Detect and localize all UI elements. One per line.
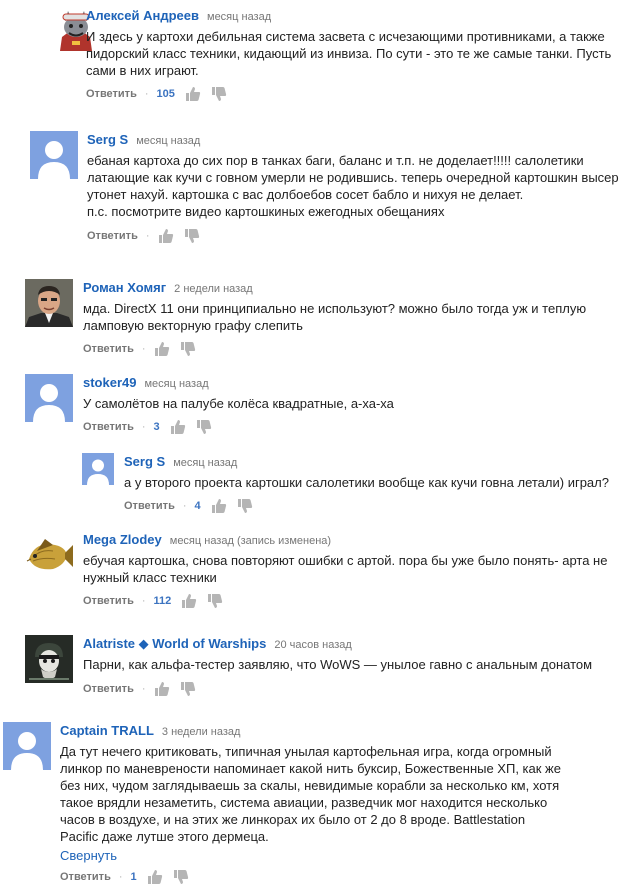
separator: ·: [141, 343, 146, 355]
thumbs-up-icon[interactable]: [147, 869, 163, 885]
thumbs-up-icon[interactable]: [211, 498, 227, 514]
thumbs-up-icon[interactable]: [154, 341, 170, 357]
comment-time[interactable]: месяц назад: [173, 457, 237, 469]
comment-author[interactable]: stoker49: [83, 375, 136, 390]
comment-author[interactable]: Serg S: [87, 132, 128, 147]
thumbs-down-icon[interactable]: [184, 228, 200, 244]
comment-author[interactable]: Serg S: [124, 454, 165, 469]
separator: ·: [118, 871, 123, 883]
comment-text: И здесь у картохи дебильная система засв…: [86, 29, 612, 78]
comment-time[interactable]: 3 недели назад: [162, 726, 241, 738]
man-avatar[interactable]: [25, 279, 73, 327]
comment-author[interactable]: Алексей Андреев: [86, 8, 199, 23]
separator: ·: [182, 500, 187, 512]
thumbs-down-icon[interactable]: [237, 498, 253, 514]
thumbs-up-icon[interactable]: [158, 228, 174, 244]
like-count: 112: [153, 595, 172, 607]
reply-button[interactable]: Ответить: [83, 339, 134, 359]
reply-button[interactable]: Ответить: [124, 496, 175, 516]
thumbs-down-icon[interactable]: [180, 681, 196, 697]
collapse-link[interactable]: Свернуть: [60, 848, 561, 863]
comment-author[interactable]: Captain TRALL: [60, 723, 154, 738]
thumbs-down-icon[interactable]: [207, 593, 223, 609]
like-count: 4: [194, 500, 201, 512]
comment-time[interactable]: месяц назад (запись изменена): [170, 535, 331, 547]
reply-button[interactable]: Ответить: [87, 226, 138, 246]
like-count: 3: [153, 421, 160, 433]
reply-button[interactable]: Ответить: [83, 591, 134, 611]
pirate-avatar[interactable]: [25, 635, 73, 683]
separator: ·: [141, 595, 146, 607]
separator: ·: [141, 683, 146, 695]
separator: ·: [144, 88, 149, 100]
comment-text: а у второго проекта картошки салолетики …: [124, 475, 609, 490]
thumbs-up-icon[interactable]: [154, 681, 170, 697]
comment-text: ебучая картошка, снова повторяют ошибки …: [83, 553, 608, 585]
comment-text: Да тут нечего критиковать, типичная уныл…: [60, 744, 561, 844]
default-avatar[interactable]: [30, 131, 78, 179]
comment-time[interactable]: 20 часов назад: [274, 639, 351, 651]
comment-time[interactable]: месяц назад: [207, 11, 271, 23]
comment-time[interactable]: 2 недели назад: [174, 283, 253, 295]
comment-text: ебаная картоха до сих пор в танках баги,…: [87, 153, 619, 219]
comment-time[interactable]: месяц назад: [136, 135, 200, 147]
separator: ·: [141, 421, 146, 433]
comment-author[interactable]: Alatriste ◆ World of Warships: [83, 636, 266, 651]
default-avatar[interactable]: [82, 453, 114, 485]
comment-text: мда. DirectX 11 они принципиально не исп…: [83, 301, 587, 333]
comment-text: Парни, как альфа-тестер заявляю, что WoW…: [83, 657, 593, 672]
thumbs-down-icon[interactable]: [180, 341, 196, 357]
reply-button[interactable]: Ответить: [60, 867, 111, 887]
thumbs-down-icon[interactable]: [211, 86, 227, 102]
reply-button[interactable]: Ответить: [83, 417, 134, 437]
comment-author[interactable]: Mega Zlodey: [83, 532, 162, 547]
comment-time[interactable]: месяц назад: [144, 378, 208, 390]
fish-avatar[interactable]: [25, 531, 73, 579]
comment-author[interactable]: Роман Хомяг: [83, 280, 166, 295]
thumbs-up-icon[interactable]: [170, 419, 186, 435]
thumbs-up-icon[interactable]: [181, 593, 197, 609]
comment-text: У самолётов на палубе колёса квадратные,…: [83, 396, 394, 411]
reply-button[interactable]: Ответить: [86, 84, 137, 104]
separator: ·: [145, 230, 150, 242]
reply-button[interactable]: Ответить: [83, 679, 134, 699]
like-count: 105: [156, 88, 175, 100]
thumbs-down-icon[interactable]: [196, 419, 212, 435]
thumbs-up-icon[interactable]: [185, 86, 201, 102]
like-count: 1: [130, 871, 137, 883]
default-avatar[interactable]: [3, 722, 51, 770]
thumbs-down-icon[interactable]: [173, 869, 189, 885]
default-avatar[interactable]: [25, 374, 73, 422]
